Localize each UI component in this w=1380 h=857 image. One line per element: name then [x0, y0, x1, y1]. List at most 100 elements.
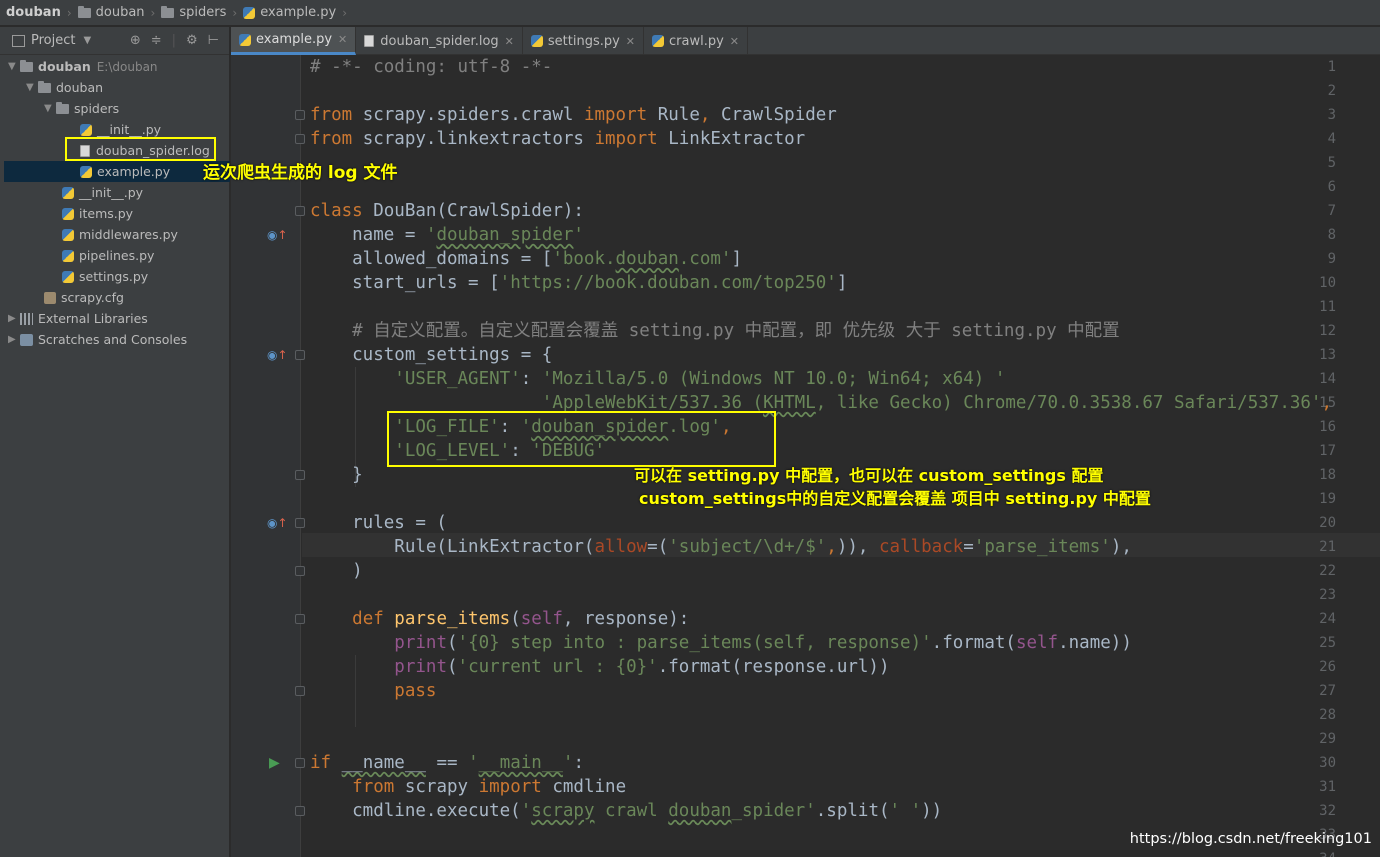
gear-icon[interactable]: ⚙ [186, 33, 198, 48]
code-line[interactable]: class DouBan(CrawlSpider): [310, 199, 584, 223]
hide-panel-icon[interactable]: ⊢ [208, 33, 219, 48]
tab-label: settings.py [547, 33, 620, 49]
chevron-down-icon[interactable]: ▼ [83, 35, 91, 46]
tree-item-items-py[interactable]: items.py [62, 203, 133, 224]
close-icon[interactable]: ✕ [626, 35, 635, 48]
run-icon[interactable]: ▶ [269, 751, 280, 775]
code-line[interactable]: if __name__ == '__main__': [310, 751, 584, 775]
tree-item-label: middlewares.py [79, 227, 178, 242]
folder-icon [56, 101, 69, 114]
settings-annotation-line2: custom_settings中的自定义配置会覆盖 项目中 setting.py… [639, 489, 1151, 508]
fold-marker-icon[interactable] [295, 686, 305, 696]
code-line[interactable]: start_urls = ['https://book.douban.com/t… [310, 271, 847, 295]
tree-item-douban-init[interactable]: __init__.py [62, 182, 143, 203]
fold-marker-icon[interactable] [295, 614, 305, 624]
line-number: 30 [1319, 755, 1336, 771]
fold-marker-icon[interactable] [295, 470, 305, 480]
close-icon[interactable]: ✕ [730, 35, 739, 48]
expand-arrow-icon[interactable]: ▶ [8, 313, 20, 324]
tree-item-label: settings.py [79, 269, 149, 284]
tree-item-middlewares-py[interactable]: middlewares.py [62, 224, 178, 245]
locate-icon[interactable]: ⊕ [130, 33, 141, 48]
editor-tabs: example.py ✕ douban_spider.log ✕ setting… [231, 27, 1380, 55]
code-line[interactable]: 'USER_AGENT': 'Mozilla/5.0 (Windows NT 1… [310, 367, 1005, 391]
code-line[interactable]: cmdline.execute('scrapy crawl douban_spi… [310, 799, 942, 823]
tree-item-douban[interactable]: ▼ douban [26, 77, 103, 98]
code-line[interactable]: # 自定义配置。自定义配置会覆盖 setting.py 中配置，即 优先级 大于… [310, 319, 1120, 343]
code-line[interactable]: name = 'douban_spider' [310, 223, 584, 247]
line-number: 24 [1319, 611, 1336, 627]
tab-label: douban_spider.log [380, 33, 499, 49]
fold-marker-icon[interactable] [295, 518, 305, 528]
tab-settings-py[interactable]: settings.py ✕ [523, 27, 645, 55]
breadcrumb-folder[interactable]: douban › [77, 0, 162, 26]
project-view-selector[interactable]: Project [31, 33, 75, 48]
breadcrumb-file[interactable]: example.py › [243, 0, 353, 26]
fold-marker-icon[interactable] [295, 566, 305, 576]
line-number: 21 [1319, 539, 1336, 555]
tree-item-pipelines-py[interactable]: pipelines.py [62, 245, 154, 266]
code-line[interactable]: pass [310, 679, 436, 703]
override-marker-icon[interactable]: ◉↑ [267, 511, 288, 535]
tree-item-spiders[interactable]: ▼ spiders [44, 98, 119, 119]
tree-item-label: scrapy.cfg [61, 290, 124, 305]
code-line[interactable]: print('{0} step into : parse_items(self,… [310, 631, 1132, 655]
override-marker-icon[interactable]: ◉↑ [267, 343, 288, 367]
tree-item-example-py[interactable]: example.py [4, 161, 230, 182]
fold-marker-icon[interactable] [295, 806, 305, 816]
code-line[interactable]: ) [310, 559, 363, 583]
tree-item-label: example.py [97, 164, 171, 179]
fold-marker-icon[interactable] [295, 206, 305, 216]
code-line[interactable]: def parse_items(self, response): [310, 607, 689, 631]
tree-item-external-libraries[interactable]: ▶ External Libraries [8, 308, 148, 329]
close-icon[interactable]: ✕ [505, 35, 514, 48]
expand-arrow-icon[interactable]: ▶ [8, 334, 20, 345]
line-number: 20 [1319, 515, 1336, 531]
code-line[interactable]: from scrapy.linkextractors import LinkEx… [310, 127, 805, 151]
log-settings-highlight-box [387, 411, 776, 467]
code-line[interactable]: rules = ( [310, 511, 447, 535]
line-number: 25 [1319, 635, 1336, 651]
project-panel-header: Project ▼ ⊕ ≑ | ⚙ ⊢ [0, 27, 229, 55]
breadcrumb-root[interactable]: douban › [6, 0, 78, 26]
tab-crawl-py[interactable]: crawl.py ✕ [644, 27, 749, 55]
expand-arrow-icon[interactable]: ▼ [26, 82, 38, 93]
code-line[interactable]: } [310, 463, 363, 487]
line-number: 13 [1319, 347, 1336, 363]
library-icon [20, 312, 33, 325]
code-line[interactable]: allowed_domains = ['book.douban.com'] [310, 247, 742, 271]
fold-marker-icon[interactable] [295, 758, 305, 768]
tab-example-py[interactable]: example.py ✕ [231, 27, 357, 55]
fold-marker-icon[interactable] [295, 134, 305, 144]
code-line[interactable]: from scrapy import cmdline [310, 775, 626, 799]
collapse-all-icon[interactable]: ≑ [151, 33, 162, 48]
config-file-icon [44, 291, 56, 304]
code-line[interactable]: Rule(LinkExtractor(allow=('subject/\d+/$… [310, 535, 1132, 559]
line-number: 29 [1319, 731, 1336, 747]
code-line[interactable]: print('current url : {0}'.format(respons… [310, 655, 889, 679]
tree-item-scratches[interactable]: ▶ Scratches and Consoles [8, 329, 187, 350]
code-line[interactable]: from scrapy.spiders.crawl import Rule, C… [310, 103, 837, 127]
log-file-highlight-box [65, 137, 216, 161]
watermark: https://blog.csdn.net/freeking101 [1129, 831, 1372, 847]
fold-marker-icon[interactable] [295, 110, 305, 120]
expand-arrow-icon[interactable]: ▼ [44, 103, 56, 114]
tree-item-scrapy-cfg[interactable]: scrapy.cfg [44, 287, 124, 308]
fold-marker-icon[interactable] [295, 350, 305, 360]
tree-item-label: douban [38, 59, 91, 74]
line-number: 10 [1319, 275, 1336, 291]
python-file-icon [80, 123, 92, 136]
tree-item-label: douban [56, 80, 104, 95]
expand-arrow-icon[interactable]: ▼ [8, 61, 20, 72]
breadcrumb-subfolder[interactable]: spiders › [161, 0, 243, 26]
line-number: 12 [1319, 323, 1336, 339]
python-file-icon [62, 270, 74, 283]
close-icon[interactable]: ✕ [338, 33, 347, 46]
code-line[interactable]: custom_settings = { [310, 343, 552, 367]
tab-douban-spider-log[interactable]: douban_spider.log ✕ [356, 27, 523, 55]
tree-item-settings-py[interactable]: settings.py [62, 266, 148, 287]
override-marker-icon[interactable]: ◉↑ [267, 223, 288, 247]
tree-item-root-douban[interactable]: ▼ douban E:\douban [8, 56, 158, 77]
code-line[interactable]: # -*- coding: utf-8 -*- [310, 55, 552, 79]
tree-item-path: E:\douban [96, 59, 158, 74]
